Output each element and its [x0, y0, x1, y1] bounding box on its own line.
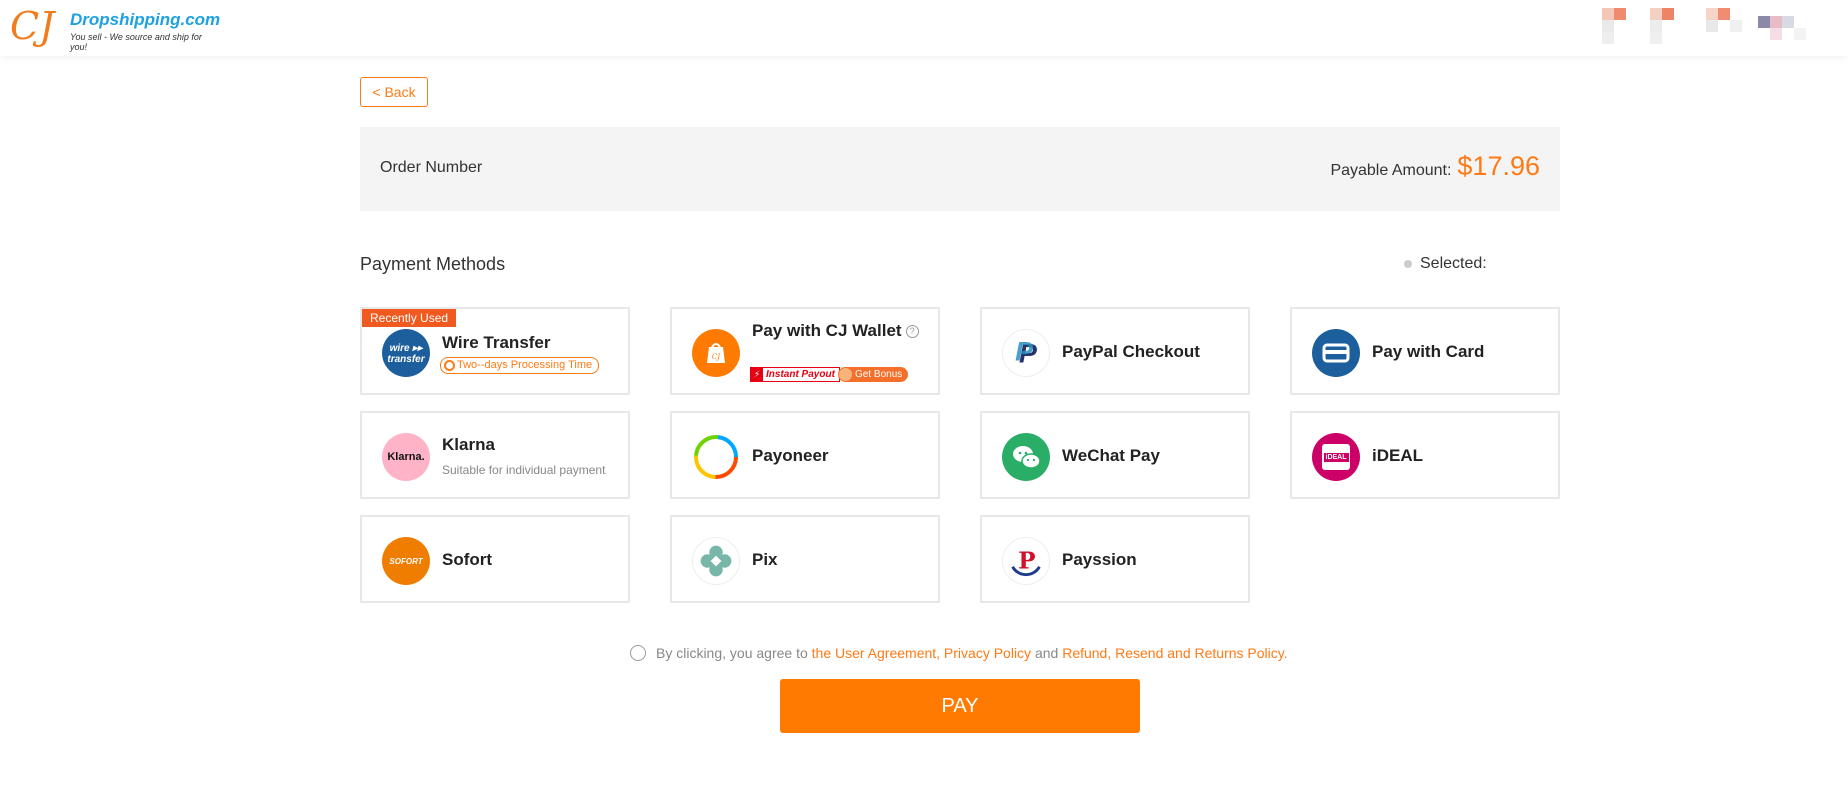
- blurred-block: [1758, 16, 1770, 28]
- payment-name: Payssion: [1062, 550, 1137, 569]
- payable-label: Payable Amount:: [1330, 162, 1452, 179]
- user-agreement-link[interactable]: the User Agreement, Privacy Policy: [812, 645, 1031, 661]
- klarna-icon-text: Klarna.: [387, 451, 425, 463]
- payment-pix[interactable]: Pix: [670, 515, 940, 603]
- blurred-block: [1782, 16, 1794, 28]
- lightning-icon: ⚡: [751, 368, 763, 381]
- recently-used-badge: Recently Used: [362, 309, 457, 327]
- ideal-icon-text: iDEAL: [1323, 452, 1349, 462]
- logo-brand: Dropshipping.com: [70, 10, 221, 29]
- payssion-icon: P: [1002, 537, 1050, 585]
- back-button[interactable]: < Back: [360, 77, 428, 107]
- processing-time-badge: Two--days Processing Time: [440, 357, 600, 374]
- payable-value: $17.96: [1457, 151, 1540, 181]
- blurred-block: [1602, 20, 1614, 32]
- agreement-and: and: [1034, 645, 1059, 661]
- svg-text:wire ▸▸: wire ▸▸: [390, 343, 425, 354]
- processing-time-label: Two--days Processing Time: [457, 359, 593, 371]
- blurred-block: [1706, 20, 1718, 32]
- payment-name: Pay with CJ Wallet: [752, 321, 902, 340]
- agreement-radio[interactable]: [630, 645, 646, 661]
- card-icon: [1312, 329, 1360, 377]
- blurred-block: [1602, 8, 1614, 20]
- ideal-icon: iDEAL: [1312, 433, 1360, 481]
- sofort-icon: SOFORT: [382, 537, 430, 585]
- payoneer-icon: [692, 433, 740, 481]
- payment-sofort[interactable]: SOFORT Sofort: [360, 515, 630, 603]
- blurred-block: [1770, 16, 1782, 28]
- blurred-block: [1770, 28, 1782, 40]
- payment-name: Payoneer: [752, 446, 829, 465]
- agreement-prefix: By clicking, you agree to: [656, 645, 808, 661]
- blurred-block: [1614, 8, 1626, 20]
- svg-text:CJ: CJ: [712, 353, 721, 361]
- get-bonus-tag: Get Bonus: [838, 367, 909, 382]
- paypal-icon: PP: [1002, 329, 1050, 377]
- selected-label: Selected:: [1420, 255, 1487, 272]
- blurred-block: [1662, 8, 1674, 20]
- get-bonus-label: Get Bonus: [855, 369, 903, 380]
- pay-button[interactable]: PAY: [780, 679, 1140, 733]
- blurred-block: [1650, 32, 1662, 44]
- payment-wire-transfer[interactable]: Recently Used wire ▸▸ transfer Wire Trans…: [360, 307, 630, 395]
- payment-wechat[interactable]: WeChat Pay: [980, 411, 1250, 499]
- pix-icon: [692, 537, 740, 585]
- payable-amount: Payable Amount: $17.96: [1330, 151, 1540, 182]
- payment-ideal[interactable]: iDEAL iDEAL: [1290, 411, 1560, 499]
- order-summary: Order Number Payable Amount: $17.96: [360, 127, 1560, 211]
- cj-wallet-icon: CJ: [692, 329, 740, 377]
- logo[interactable]: CJ Dropshipping.com You sell - We source…: [10, 4, 221, 52]
- blurred-block: [1730, 20, 1742, 32]
- agreement-row: By clicking, you agree to the User Agree…: [630, 645, 1288, 661]
- svg-text:P: P: [1015, 337, 1033, 367]
- top-bar: CJ Dropshipping.com You sell - We source…: [0, 0, 1848, 56]
- blurred-block: [1718, 8, 1730, 20]
- payment-name-row: Pay with CJ Wallet?: [752, 321, 919, 341]
- help-icon[interactable]: ?: [905, 325, 919, 338]
- blurred-block: [1650, 8, 1662, 20]
- payment-paypal[interactable]: PP PayPal Checkout: [980, 307, 1250, 395]
- payment-name: PayPal Checkout: [1062, 342, 1200, 361]
- logo-mark: CJ: [10, 4, 55, 48]
- user-area-blurred[interactable]: [1598, 4, 1838, 44]
- logo-tagline: You sell - We source and ship for you!: [70, 32, 202, 52]
- instant-payout-tag: ⚡ Instant Payout: [750, 367, 840, 382]
- payment-name: Wire Transfer: [442, 333, 551, 352]
- sofort-icon-text: SOFORT: [389, 556, 423, 566]
- selected-indicator: Selected:: [1404, 255, 1487, 273]
- blurred-block: [1602, 32, 1614, 44]
- payment-name: Pix: [752, 550, 778, 569]
- blurred-block: [1650, 20, 1662, 32]
- payment-name: WeChat Pay: [1062, 446, 1160, 465]
- payment-payoneer[interactable]: Payoneer: [670, 411, 940, 499]
- payssion-icon-text: P: [1018, 548, 1035, 575]
- blurred-block: [1706, 8, 1718, 20]
- selected-dot: [1404, 260, 1412, 268]
- payment-name: Pay with Card: [1372, 342, 1485, 361]
- payment-subtitle: Suitable for individual payment: [442, 463, 606, 477]
- payment-name: Sofort: [442, 550, 493, 569]
- clock-icon: [444, 360, 455, 371]
- coin-icon: [839, 368, 852, 381]
- payment-klarna[interactable]: Klarna. Klarna Suitable for individual p…: [360, 411, 630, 499]
- svg-text:transfer: transfer: [387, 354, 425, 365]
- order-number-label: Order Number: [380, 159, 483, 176]
- payment-methods-title: Payment Methods: [360, 254, 506, 274]
- payment-card[interactable]: Pay with Card: [1290, 307, 1560, 395]
- payment-name: iDEAL: [1372, 446, 1423, 465]
- klarna-icon: Klarna.: [382, 433, 430, 481]
- payment-name: Klarna: [442, 435, 495, 454]
- payment-payssion[interactable]: P Payssion: [980, 515, 1250, 603]
- blurred-block: [1794, 28, 1806, 40]
- instant-payout-label: Instant Payout: [766, 369, 835, 380]
- wire-transfer-icon: wire ▸▸ transfer: [382, 329, 430, 377]
- refund-policy-link[interactable]: Refund, Resend and Returns Policy.: [1062, 645, 1287, 661]
- wechat-icon: [1002, 433, 1050, 481]
- payment-cj-wallet[interactable]: CJ Pay with CJ Wallet? ⚡ Instant Payout G…: [670, 307, 940, 395]
